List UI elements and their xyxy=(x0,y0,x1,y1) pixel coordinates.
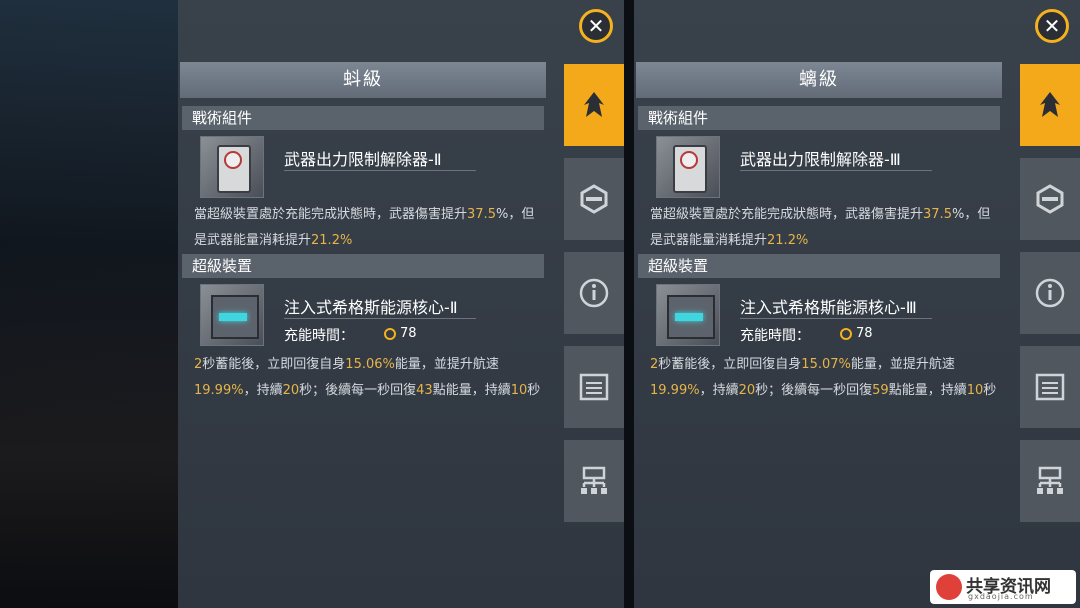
tab-info[interactable] xyxy=(1020,252,1080,334)
tactical-description: 當超級裝置處於充能完成狀態時，武器傷害提升37.5%，但是武器能量消耗提升21.… xyxy=(194,207,535,248)
network-icon xyxy=(1037,466,1063,494)
super-description: 2秒蓄能後，立即回復自身15.07%能量，並提升航速19.99%，持續20秒；後… xyxy=(650,357,997,398)
tab-list[interactable] xyxy=(1020,346,1080,428)
charge-value: 78 xyxy=(856,326,873,341)
watermark: 共享资讯网 gxdaojia.com xyxy=(930,570,1076,604)
tab-network[interactable] xyxy=(564,440,624,522)
tab-ship-class[interactable] xyxy=(564,64,624,146)
tactical-section-header: 戰術組件 xyxy=(638,106,1000,130)
tactical-section-header: 戰術組件 xyxy=(182,106,544,130)
charge-value: 78 xyxy=(400,326,417,341)
level-panel-left: 蚪級 戰術組件 武器出力限制解除器-Ⅱ 當超級裝置處於充能完成狀態時，武器傷害提… xyxy=(178,0,624,608)
chip-item-icon xyxy=(200,136,264,198)
super-description: 2秒蓄能後，立即回復自身15.06%能量，並提升航速19.99%，持續20秒；後… xyxy=(194,357,541,398)
tab-target[interactable] xyxy=(564,158,624,240)
clock-icon xyxy=(840,328,852,340)
divider xyxy=(740,170,932,171)
background-left xyxy=(0,0,180,608)
tactical-description: 當超級裝置處於充能完成狀態時，武器傷害提升37.5%，但是武器能量消耗提升21.… xyxy=(650,207,991,248)
level-title: 螭級 xyxy=(636,62,1002,98)
level-panel-right: 螭級 戰術組件 武器出力限制解除器-Ⅲ 當超級裝置處於充能完成狀態時，武器傷害提… xyxy=(634,0,1080,608)
target-icon xyxy=(580,184,608,214)
list-icon xyxy=(579,373,609,401)
chip-item-icon xyxy=(656,136,720,198)
super-item-name: 注入式希格斯能源核心-Ⅲ xyxy=(740,298,917,317)
super-item-name: 注入式希格斯能源核心-Ⅱ xyxy=(284,298,458,317)
ship-class-icon xyxy=(1040,92,1060,117)
charge-label: 充能時間： xyxy=(284,328,354,344)
tab-list[interactable] xyxy=(564,346,624,428)
watermark-sub: gxdaojia.com xyxy=(968,592,1034,601)
ship-class-icon xyxy=(584,92,604,117)
divider xyxy=(284,170,476,171)
level-title: 蚪級 xyxy=(180,62,546,98)
watermark-logo-icon xyxy=(936,574,962,600)
core-item-icon xyxy=(200,284,264,346)
tab-info[interactable] xyxy=(564,252,624,334)
divider xyxy=(284,318,476,319)
tactical-item-name: 武器出力限制解除器-Ⅲ xyxy=(740,150,901,169)
tab-network[interactable] xyxy=(1020,440,1080,522)
tactical-item-name: 武器出力限制解除器-Ⅱ xyxy=(284,150,442,169)
info-icon xyxy=(579,278,609,308)
super-section-header: 超級裝置 xyxy=(638,254,1000,278)
tab-target[interactable] xyxy=(1020,158,1080,240)
charge-label: 充能時間： xyxy=(740,328,810,344)
network-icon xyxy=(581,466,607,494)
close-button[interactable]: ✕ xyxy=(1035,9,1069,43)
divider xyxy=(740,318,932,319)
close-icon: ✕ xyxy=(587,14,605,38)
tab-ship-class[interactable] xyxy=(1020,64,1080,146)
clock-icon xyxy=(384,328,396,340)
close-button[interactable]: ✕ xyxy=(579,9,613,43)
close-icon: ✕ xyxy=(1043,14,1061,38)
list-icon xyxy=(1035,373,1065,401)
super-section-header: 超級裝置 xyxy=(182,254,544,278)
target-icon xyxy=(1036,184,1064,214)
core-item-icon xyxy=(656,284,720,346)
info-icon xyxy=(1035,278,1065,308)
